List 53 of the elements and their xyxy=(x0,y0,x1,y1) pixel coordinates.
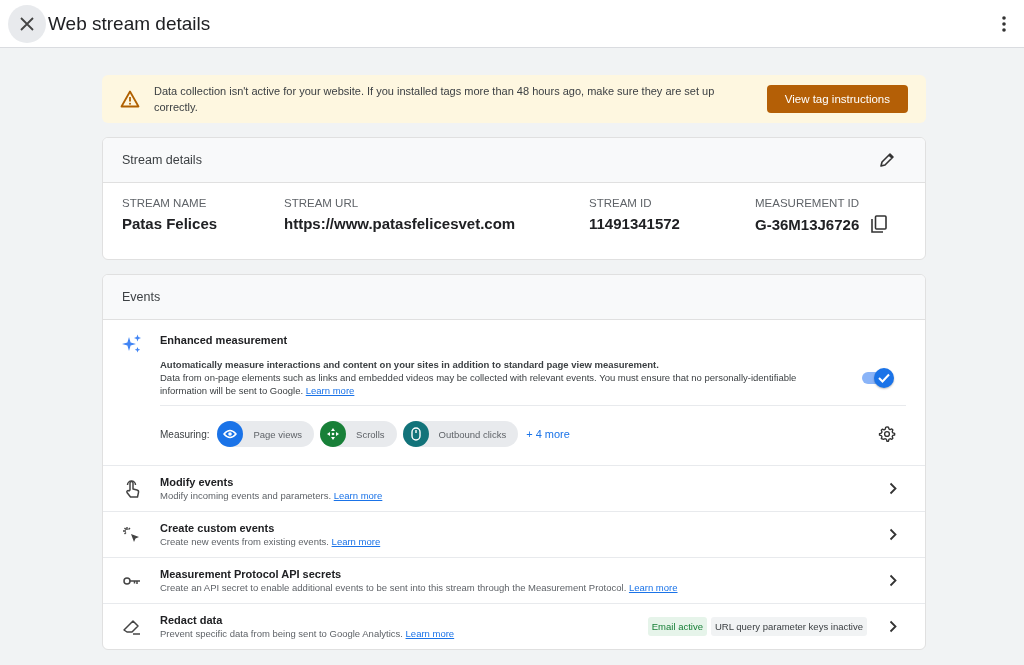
field-label: STREAM ID xyxy=(589,197,653,209)
status-tag: URL query parameter keys inactive xyxy=(711,617,867,636)
row-description: Create new events from existing events. Learn more xyxy=(160,536,382,547)
checkmark-icon xyxy=(878,372,890,383)
more-options-icon[interactable] xyxy=(1002,15,1006,32)
chevron-right-icon xyxy=(889,482,897,495)
chevron-right-icon xyxy=(889,620,897,633)
page-title: Web stream details xyxy=(48,12,212,35)
settings-row[interactable]: Redact data Prevent specific data from being sent to Google Analytics. Learn more Email active URL query parameter keys inactive xyxy=(103,603,925,649)
settings-row[interactable]: Measurement Protocol API secrets Create an API secret to enable additional events to be sent into this stream through the Measurement Protocol. Learn more xyxy=(103,557,925,603)
close-button[interactable] xyxy=(8,4,46,43)
row-description: Prevent specific data from being sent to Google Analytics. Learn more xyxy=(160,628,456,639)
field-label: STREAM NAME xyxy=(122,197,208,209)
status-tag: Email active xyxy=(647,617,707,636)
sparkle-icon xyxy=(122,334,142,354)
field-label: STREAM URL xyxy=(284,197,360,209)
settings-row[interactable]: Modify events Modify incoming events and parameters. Learn more xyxy=(103,465,925,511)
edit-icon[interactable] xyxy=(879,152,895,168)
measurement-chip: Scrolls xyxy=(320,421,397,447)
measurement-chip: Outbound clicks xyxy=(402,421,519,447)
description-text: Data from on-page elements such as links and embedded videos may be collected with relevant events. You must ensure that no personally-identifiable information will be sent to Google. Learn more xyxy=(160,371,798,397)
field-value: G-36M13J6726 xyxy=(755,215,860,233)
warning-icon xyxy=(120,90,140,108)
learn-more-link[interactable]: Learn more xyxy=(333,490,383,501)
more-link[interactable]: + 4 more xyxy=(526,428,570,440)
view-tag-instructions-button[interactable]: View tag instructions xyxy=(766,85,908,113)
description-text: Automatically measure interactions and content on your sites in addition to standard page view measurement. xyxy=(160,358,660,371)
row-title: Modify events xyxy=(160,476,235,488)
learn-more-link[interactable]: Learn more xyxy=(305,385,355,396)
warning-message: Data collection isn't active for your website. If you installed tags more than 48 hours ago, make sure they are set up correctly. xyxy=(154,84,716,115)
row-description: Modify incoming events and parameters. Learn more xyxy=(160,490,384,501)
learn-more-link[interactable]: Learn more xyxy=(628,582,678,593)
measurement-chip: Page views xyxy=(217,421,315,447)
learn-more-link[interactable]: Learn more xyxy=(405,628,455,639)
field-value: https://www.patasfelicesvet.com xyxy=(284,215,516,232)
row-title: Measurement Protocol API secrets xyxy=(160,568,343,580)
card-title: Events xyxy=(122,290,161,304)
card-title: Stream details xyxy=(122,153,202,167)
section-title: Enhanced measurement xyxy=(160,334,289,346)
row-title: Redact data xyxy=(160,614,224,626)
field-value: 11491341572 xyxy=(589,215,680,232)
copy-icon[interactable] xyxy=(871,215,888,233)
learn-more-link[interactable]: Learn more xyxy=(331,536,381,547)
settings-row[interactable]: Create custom events Create new events from existing events. Learn more xyxy=(103,511,925,557)
field-label: MEASUREMENT ID xyxy=(755,197,860,209)
chevron-right-icon xyxy=(889,528,897,541)
row-description: Create an API secret to enable additional events to be sent into this stream through the Measurement Protocol. Learn more xyxy=(160,582,679,593)
close-icon xyxy=(20,16,34,31)
field-value: Patas Felices xyxy=(122,215,218,232)
measuring-label: Measuring: xyxy=(160,428,210,440)
chevron-right-icon xyxy=(889,574,897,587)
row-title: Create custom events xyxy=(160,522,276,534)
settings-icon[interactable] xyxy=(878,425,896,443)
